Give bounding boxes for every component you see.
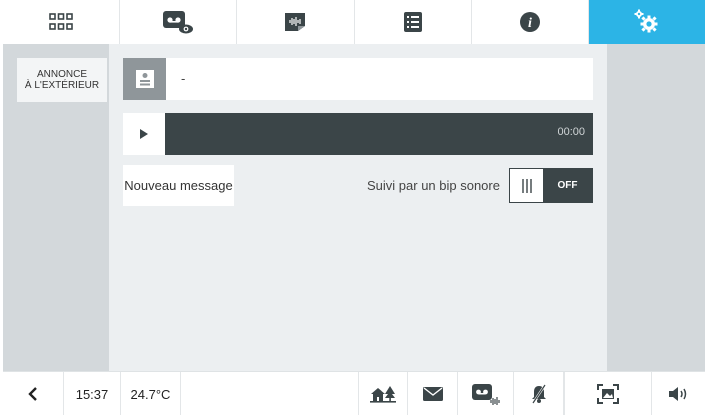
clock: 15:37 [64,372,121,415]
bottom-status-bar: 15:37 24.7°C [3,371,705,415]
clock-time: 15:37 [75,386,109,402]
beep-label: Suivi par un bip sonore [367,178,500,193]
list-icon [403,12,422,32]
answering-machine-icon [471,384,500,405]
playback-time: 00:00 [557,126,585,138]
answering-machine-view-icon [163,11,194,34]
tab-info[interactable]: i [472,0,589,44]
temperature-value: 24.7°C [130,386,171,402]
volume-button[interactable] [652,372,705,415]
info-icon: i [519,12,540,32]
top-navigation: i [3,0,705,44]
right-sidebar [607,44,705,371]
new-message-label: Nouveau message [124,178,233,193]
tab-answering-machine[interactable] [120,0,238,44]
message-name-value: - [181,71,186,86]
home-trees-icon [370,386,396,403]
playback-track[interactable]: 00:00 [165,113,593,155]
bell-muted-icon [531,384,546,404]
tab-voice-memo[interactable] [237,0,355,44]
voice-memo-icon [285,13,306,31]
tab-settings[interactable] [588,0,705,44]
beep-toggle[interactable]: OFF [509,168,593,203]
answering-machine-button[interactable] [458,372,514,415]
sidebar-item-outdoor-announcement[interactable]: ANNONCE À L'EXTÉRIEUR [17,58,107,102]
message-name-row: - [123,58,593,100]
back-button[interactable] [3,372,64,415]
temperature: 24.7°C [121,372,181,415]
contact-card-button[interactable] [123,58,166,100]
ringer-mute-button[interactable] [514,372,564,415]
home-scenario-button[interactable] [358,372,408,415]
intercom-screen: i ANNONCE À L'EXTÉRIEUR - 00:00 Nouveau … [3,0,705,415]
mail-icon [422,387,443,401]
image-frame-icon [597,384,619,404]
contact-card-icon [135,70,154,88]
tab-list[interactable] [355,0,472,44]
toggle-state-label: OFF [543,169,592,202]
audio-player: 00:00 [123,113,593,155]
play-icon [140,129,148,139]
toggle-handle[interactable] [510,169,543,202]
speaker-icon [668,387,686,401]
messages-button[interactable] [408,372,458,415]
apps-grid-icon [49,13,73,30]
grip-lines-icon [521,178,532,193]
sidebar-item-label: ANNONCE À L'EXTÉRIEUR [24,69,100,91]
back-icon [28,387,37,401]
photo-frame-button[interactable] [564,372,652,415]
tab-apps[interactable] [3,0,121,44]
settings-gears-icon [634,9,658,33]
new-message-button[interactable]: Nouveau message [123,165,234,206]
left-sidebar: ANNONCE À L'EXTÉRIEUR [3,44,109,371]
svg-text:i: i [528,16,532,31]
main-panel: - 00:00 Nouveau message Suivi par un bip… [109,44,607,371]
play-button[interactable] [123,113,165,155]
